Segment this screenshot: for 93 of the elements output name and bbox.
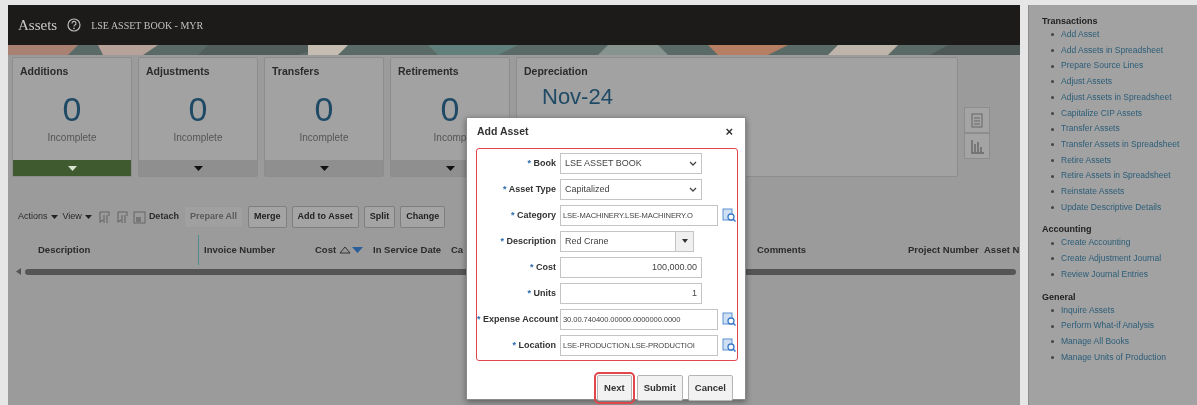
section-heading: General — [1042, 290, 1076, 303]
field-label: * Description — [499, 234, 557, 248]
summary-card[interactable]: Transfers 0 Incomplete — [264, 57, 384, 177]
caret-icon — [67, 165, 77, 171]
caret-icon — [84, 215, 92, 219]
detach-button[interactable]: Detach — [132, 210, 179, 224]
chart-view-button[interactable] — [964, 133, 990, 159]
task-link[interactable]: Transfer Assets in Spreadsheet — [1042, 136, 1180, 153]
select-field[interactable]: Capitalized — [560, 178, 702, 200]
toolbar-button[interactable]: Merge — [248, 206, 287, 228]
list-view-button[interactable] — [964, 107, 990, 133]
column-header[interactable]: Cost — [310, 235, 368, 265]
column-icon — [96, 210, 110, 224]
field-label: * Asset Type — [501, 182, 557, 196]
task-link[interactable]: Retire Assets — [1042, 152, 1112, 169]
task-link[interactable]: Inquire Assets — [1042, 302, 1115, 319]
caret-icon — [50, 215, 58, 219]
help-icon — [67, 18, 82, 32]
caret-icon — [319, 165, 329, 171]
summary-card[interactable]: Additions 0 Incomplete — [12, 57, 132, 177]
task-link[interactable]: Manage All Books — [1042, 333, 1130, 350]
count-value: 0 — [440, 91, 460, 126]
column-header[interactable]: Project Number — [903, 235, 979, 265]
count-value: 0 — [314, 91, 334, 126]
caret-icon — [681, 239, 688, 244]
task-link[interactable]: Adjust Assets in Spreadsheet — [1042, 89, 1172, 106]
card-title: Transfers — [271, 64, 320, 79]
dialog-button[interactable]: Cancel — [687, 374, 733, 401]
task-link[interactable]: Create Accounting — [1042, 235, 1131, 252]
combo-field[interactable]: Red Crane — [560, 230, 694, 252]
column-header[interactable]: Invoice Number — [198, 235, 310, 265]
task-link[interactable]: Create Adjustment Journal — [1042, 251, 1162, 267]
task-link[interactable]: Prepare Source Lines — [1042, 58, 1144, 75]
bar-chart-icon — [969, 138, 985, 154]
menu-button[interactable]: View — [62, 210, 92, 224]
period-value: Nov-24 — [542, 85, 613, 108]
section-heading: Accounting — [1042, 223, 1092, 236]
card-title: Adjustments — [145, 64, 210, 79]
task-link[interactable]: Update Descriptive Details — [1042, 199, 1162, 216]
task-link[interactable]: Add Asset — [1042, 27, 1100, 43]
count-value: 0 — [62, 91, 82, 126]
chevron-icon — [689, 186, 697, 192]
count-value: 0 — [188, 91, 208, 126]
close-button[interactable]: × — [723, 125, 735, 139]
window-icon — [132, 210, 146, 224]
toolbar-button[interactable]: Change — [400, 206, 446, 228]
column-header[interactable]: Comments — [752, 235, 903, 265]
select-field[interactable]: LSE ASSET BOOK — [560, 152, 702, 174]
caret-icon — [193, 165, 203, 171]
search-icon — [722, 312, 736, 327]
input-field[interactable]: 100,000.00 — [560, 256, 702, 278]
field-label: * Location — [511, 338, 557, 352]
task-link[interactable]: Reinstate Assets — [1042, 184, 1125, 200]
task-link[interactable]: Perform What-if Analysis — [1042, 318, 1155, 334]
card-title: Retirements — [397, 64, 459, 79]
column-icon — [114, 210, 128, 224]
status-label: Incomp — [433, 130, 467, 145]
task-link[interactable]: Review Journal Entries — [1042, 266, 1148, 283]
field-label: * Category — [509, 208, 557, 222]
toolbar-button[interactable]: Add to Asset — [291, 206, 359, 228]
summary-card[interactable]: Adjustments 0 Incomplete — [138, 57, 258, 177]
dialog-button[interactable]: Next — [597, 374, 632, 401]
column-header[interactable]: Description — [33, 235, 198, 265]
page-title: Assets — [18, 15, 58, 35]
column-header[interactable]: Asset N — [979, 235, 1021, 265]
book-name: LSE ASSET BOOK - MYR — [91, 18, 204, 33]
card-title: Additions — [19, 64, 69, 79]
menu-button[interactable]: Actions — [18, 210, 58, 224]
task-link[interactable]: Retire Assets in Spreadsheet — [1042, 168, 1171, 185]
field-label: * Expense Account — [477, 312, 560, 326]
column-header[interactable]: In Service Date — [368, 235, 446, 265]
search-icon — [722, 338, 736, 353]
dialog-button[interactable]: Submit — [636, 374, 683, 401]
task-link[interactable]: Adjust Assets — [1042, 74, 1113, 90]
document-icon — [970, 112, 984, 128]
caret-icon — [445, 165, 455, 171]
card-title: Depreciation — [523, 64, 588, 79]
field-label: * Units — [526, 286, 557, 300]
input-field[interactable]: 1 — [560, 282, 702, 304]
section-heading: Transactions — [1042, 15, 1098, 27]
field-label: * Cost — [528, 260, 557, 274]
task-link[interactable]: Transfer Assets — [1042, 121, 1120, 137]
status-label: Incomplete — [47, 130, 97, 145]
task-link[interactable]: Add Assets in Spreadsheet — [1042, 42, 1164, 59]
field-label: * Book — [526, 156, 557, 170]
status-label: Incomplete — [299, 130, 349, 145]
left-arrow-icon — [16, 268, 21, 275]
search-icon — [722, 208, 736, 223]
task-link[interactable]: Capitalize CIP Assets — [1042, 105, 1143, 122]
task-link[interactable]: Manage Units of Production — [1042, 349, 1166, 366]
toolbar-button[interactable]: Split — [363, 206, 396, 228]
chevron-icon — [689, 160, 697, 166]
status-label: Incomplete — [173, 130, 223, 145]
